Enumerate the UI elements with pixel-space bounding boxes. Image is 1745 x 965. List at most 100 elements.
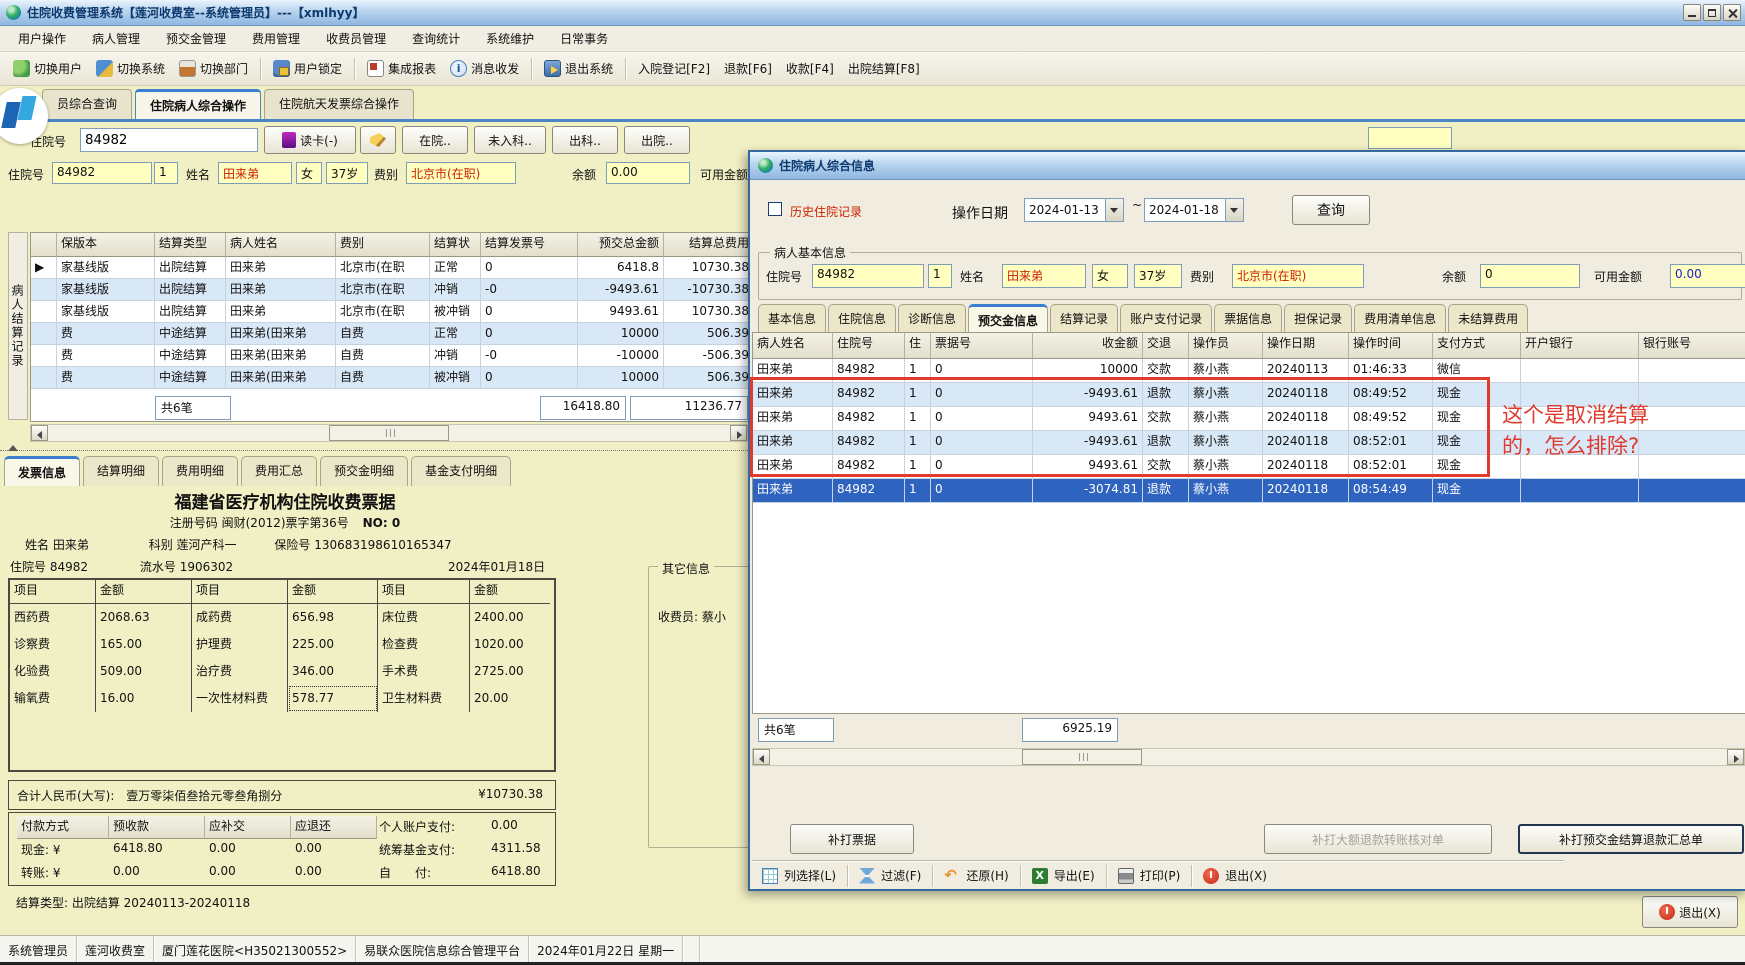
discharged-button[interactable]: 出院.. xyxy=(624,126,690,154)
dialog-tab-4[interactable]: 结算记录 xyxy=(1050,304,1119,334)
settlement-table-header: 保版本 结算类型 病人姓名 费别 结算状 结算发票号 预交总金额 结算总费用 xyxy=(31,233,754,257)
scroll-thumb[interactable] xyxy=(1021,749,1142,765)
detail-tab-5[interactable]: 基金支付明细 xyxy=(411,456,512,486)
reprint-receipt-button[interactable]: 补打票据 xyxy=(790,824,914,854)
date-to-select[interactable]: 2024-01-18 xyxy=(1144,198,1244,222)
dialog-tab-3[interactable]: 预交金信息 xyxy=(968,304,1049,334)
toolbar-switch-user[interactable]: 切换用户 xyxy=(6,56,89,81)
prepay-row-5[interactable]: 田来弟 84982 1 0 -3074.81 退款 蔡小燕 20240118 08:54:49 现… xyxy=(753,479,1745,503)
toolbar-user-lock[interactable]: 用户锁定 xyxy=(266,56,349,81)
scroll-thumb[interactable] xyxy=(329,425,449,441)
date-from-value: 2024-01-13 xyxy=(1029,203,1099,217)
menu-item-0[interactable]: 用户操作 xyxy=(6,27,78,50)
main-tab-1[interactable]: 住院病人综合操作 xyxy=(135,89,262,119)
restore-button[interactable]: 还原(H) xyxy=(966,867,1008,884)
cell: 田来弟(田来弟 xyxy=(226,367,336,389)
menu-item-6[interactable]: 系统维护 xyxy=(474,27,546,50)
toolbar-refund-f6[interactable]: 退款[F6] xyxy=(717,56,779,81)
dialog-tab-2[interactable]: 诊断信息 xyxy=(898,304,967,334)
export-button[interactable]: 导出(E) xyxy=(1054,867,1095,884)
filter-button[interactable]: 过滤(F) xyxy=(881,867,921,884)
detail-tab-2[interactable]: 费用明细 xyxy=(162,456,239,486)
not-admitted-button[interactable]: 未入科.. xyxy=(474,126,546,154)
dialog-tab-0[interactable]: 基本信息 xyxy=(758,304,827,334)
menu-item-1[interactable]: 病人管理 xyxy=(80,27,152,50)
settlement-hscrollbar[interactable] xyxy=(30,424,748,442)
o-adm-field[interactable]: 84982 xyxy=(812,264,924,288)
fee-table-header: 项目 金额 项目 金额 项目 金额 xyxy=(10,580,554,604)
out-dept-button[interactable]: 出科.. xyxy=(552,126,618,154)
main-exit-button[interactable]: 退出(X) xyxy=(1642,896,1738,928)
column-select-button[interactable]: 列选择(L) xyxy=(784,867,836,884)
settlement-row-5[interactable]: 费中途结算 田来弟(田来弟 自费 被冲销 0 10000 506.39 xyxy=(31,367,754,389)
scroll-left-icon[interactable] xyxy=(753,749,770,765)
patient-sub-field[interactable]: 1 xyxy=(154,162,178,184)
menu-item-3[interactable]: 费用管理 xyxy=(240,27,312,50)
toolbar-receive-f4[interactable]: 收款[F4] xyxy=(779,56,841,81)
settlement-row-4[interactable]: 费中途结算 田来弟(田来弟 自费 冲销 -0 -10000 -506.39 xyxy=(31,345,754,367)
maximize-button[interactable] xyxy=(1703,4,1721,21)
dialog-tab-1[interactable]: 住院信息 xyxy=(828,304,897,334)
dialog-exit-button[interactable]: 退出(X) xyxy=(1225,867,1267,884)
main-tab-2[interactable]: 住院航天发票综合操作 xyxy=(264,89,415,119)
toolbar-switch-system[interactable]: 切换系统 xyxy=(89,56,172,81)
cell: 冲销 xyxy=(430,279,481,301)
query-button[interactable]: 查询 xyxy=(1292,195,1370,225)
in-hospital-button[interactable]: 在院.. xyxy=(402,126,468,154)
menu-item-7[interactable]: 日常事务 xyxy=(548,27,620,50)
settlement-row-2[interactable]: 家基线版 出院结算 田来弟 北京市(在职 被冲销 0 9493.61 10730.38 xyxy=(31,301,754,323)
reprint-prepay-summary-button[interactable]: 补打预交金结算退款汇总单 xyxy=(1518,824,1744,854)
cell xyxy=(31,279,57,301)
cell: 结算发票号 xyxy=(481,233,578,257)
menu-item-4[interactable]: 收费员管理 xyxy=(314,27,398,50)
splitter-handle[interactable] xyxy=(0,445,748,451)
cell: 项目 xyxy=(10,580,96,604)
dialog-tab-7[interactable]: 担保记录 xyxy=(1284,304,1353,334)
menu-item-5[interactable]: 查询统计 xyxy=(400,27,472,50)
date-from-select[interactable]: 2024-01-13 xyxy=(1024,198,1124,222)
scroll-right-icon[interactable] xyxy=(1727,749,1744,765)
clear-button[interactable] xyxy=(360,126,396,154)
minimize-button[interactable] xyxy=(1683,4,1701,21)
cell: 现金 xyxy=(1433,479,1521,503)
adm-number-input[interactable] xyxy=(80,128,258,152)
cell: 操作日期 xyxy=(1263,333,1349,359)
detail-tab-4[interactable]: 预交金明细 xyxy=(320,456,409,486)
history-checkbox[interactable] xyxy=(768,202,782,216)
detail-tab-3[interactable]: 费用汇总 xyxy=(241,456,318,486)
toolbar-switch-dept[interactable]: 切换部门 xyxy=(172,56,255,81)
patient-adm-field[interactable]: 84982 xyxy=(52,162,152,184)
cell: 10000 xyxy=(578,323,664,345)
prepay-hscrollbar[interactable] xyxy=(752,748,1745,766)
settlement-row-0[interactable]: ▶ 家基线版 出院结算 田来弟 北京市(在职 正常 0 6418.8 10730.38 xyxy=(31,257,754,279)
read-card-button[interactable]: 读卡(-) xyxy=(264,126,356,154)
main-tab-0[interactable]: 员综合查询 xyxy=(42,89,133,119)
cell: 中途结算 xyxy=(155,367,226,389)
reprint-large-refund-button[interactable]: 补打大额退款转账核对单 xyxy=(1264,824,1492,854)
detail-tab-1[interactable]: 结算明细 xyxy=(83,456,160,486)
toolbar-exit-system[interactable]: 退出系统 xyxy=(537,56,620,81)
toolbar-reports[interactable]: 集成报表 xyxy=(360,56,443,81)
settlement-row-1[interactable]: 家基线版 出院结算 田来弟 北京市(在职 冲销 -0 -9493.61 -10730.38 xyxy=(31,279,754,301)
toolbar-admission-f2[interactable]: 入院登记[F2] xyxy=(631,56,717,81)
o-sub-field[interactable]: 1 xyxy=(928,264,952,288)
print-button[interactable]: 打印(P) xyxy=(1140,867,1181,884)
top-right-field[interactable] xyxy=(1368,127,1452,149)
prepay-row-0[interactable]: 田来弟 84982 1 0 10000 交款 蔡小燕 20240113 01:46:33 微信 xyxy=(753,359,1745,383)
dialog-tab-5[interactable]: 账户支付记录 xyxy=(1120,304,1213,334)
scroll-right-icon[interactable] xyxy=(730,425,747,441)
cell: 被冲销 xyxy=(430,367,481,389)
scroll-left-icon[interactable] xyxy=(31,425,48,441)
toolbar-disc-settle-f8[interactable]: 出院结算[F8] xyxy=(841,56,927,81)
settlement-row-3[interactable]: 费中途结算 田来弟(田来弟 自费 正常 0 10000 506.39 xyxy=(31,323,754,345)
invoice-date: 2024年01月18日 xyxy=(448,560,546,574)
o-age-field: 37岁 xyxy=(1134,264,1182,288)
menu-item-2[interactable]: 预交金管理 xyxy=(154,27,238,50)
toolbar-messages[interactable]: i 消息收发 xyxy=(443,56,526,81)
cell: 银行账号 xyxy=(1639,333,1745,359)
dialog-tab-9[interactable]: 未结算费用 xyxy=(1448,304,1529,334)
dialog-tab-6[interactable]: 票据信息 xyxy=(1214,304,1283,334)
dialog-tab-8[interactable]: 费用清单信息 xyxy=(1354,304,1447,334)
close-button[interactable] xyxy=(1723,4,1741,21)
detail-tab-0[interactable]: 发票信息 xyxy=(4,456,81,486)
